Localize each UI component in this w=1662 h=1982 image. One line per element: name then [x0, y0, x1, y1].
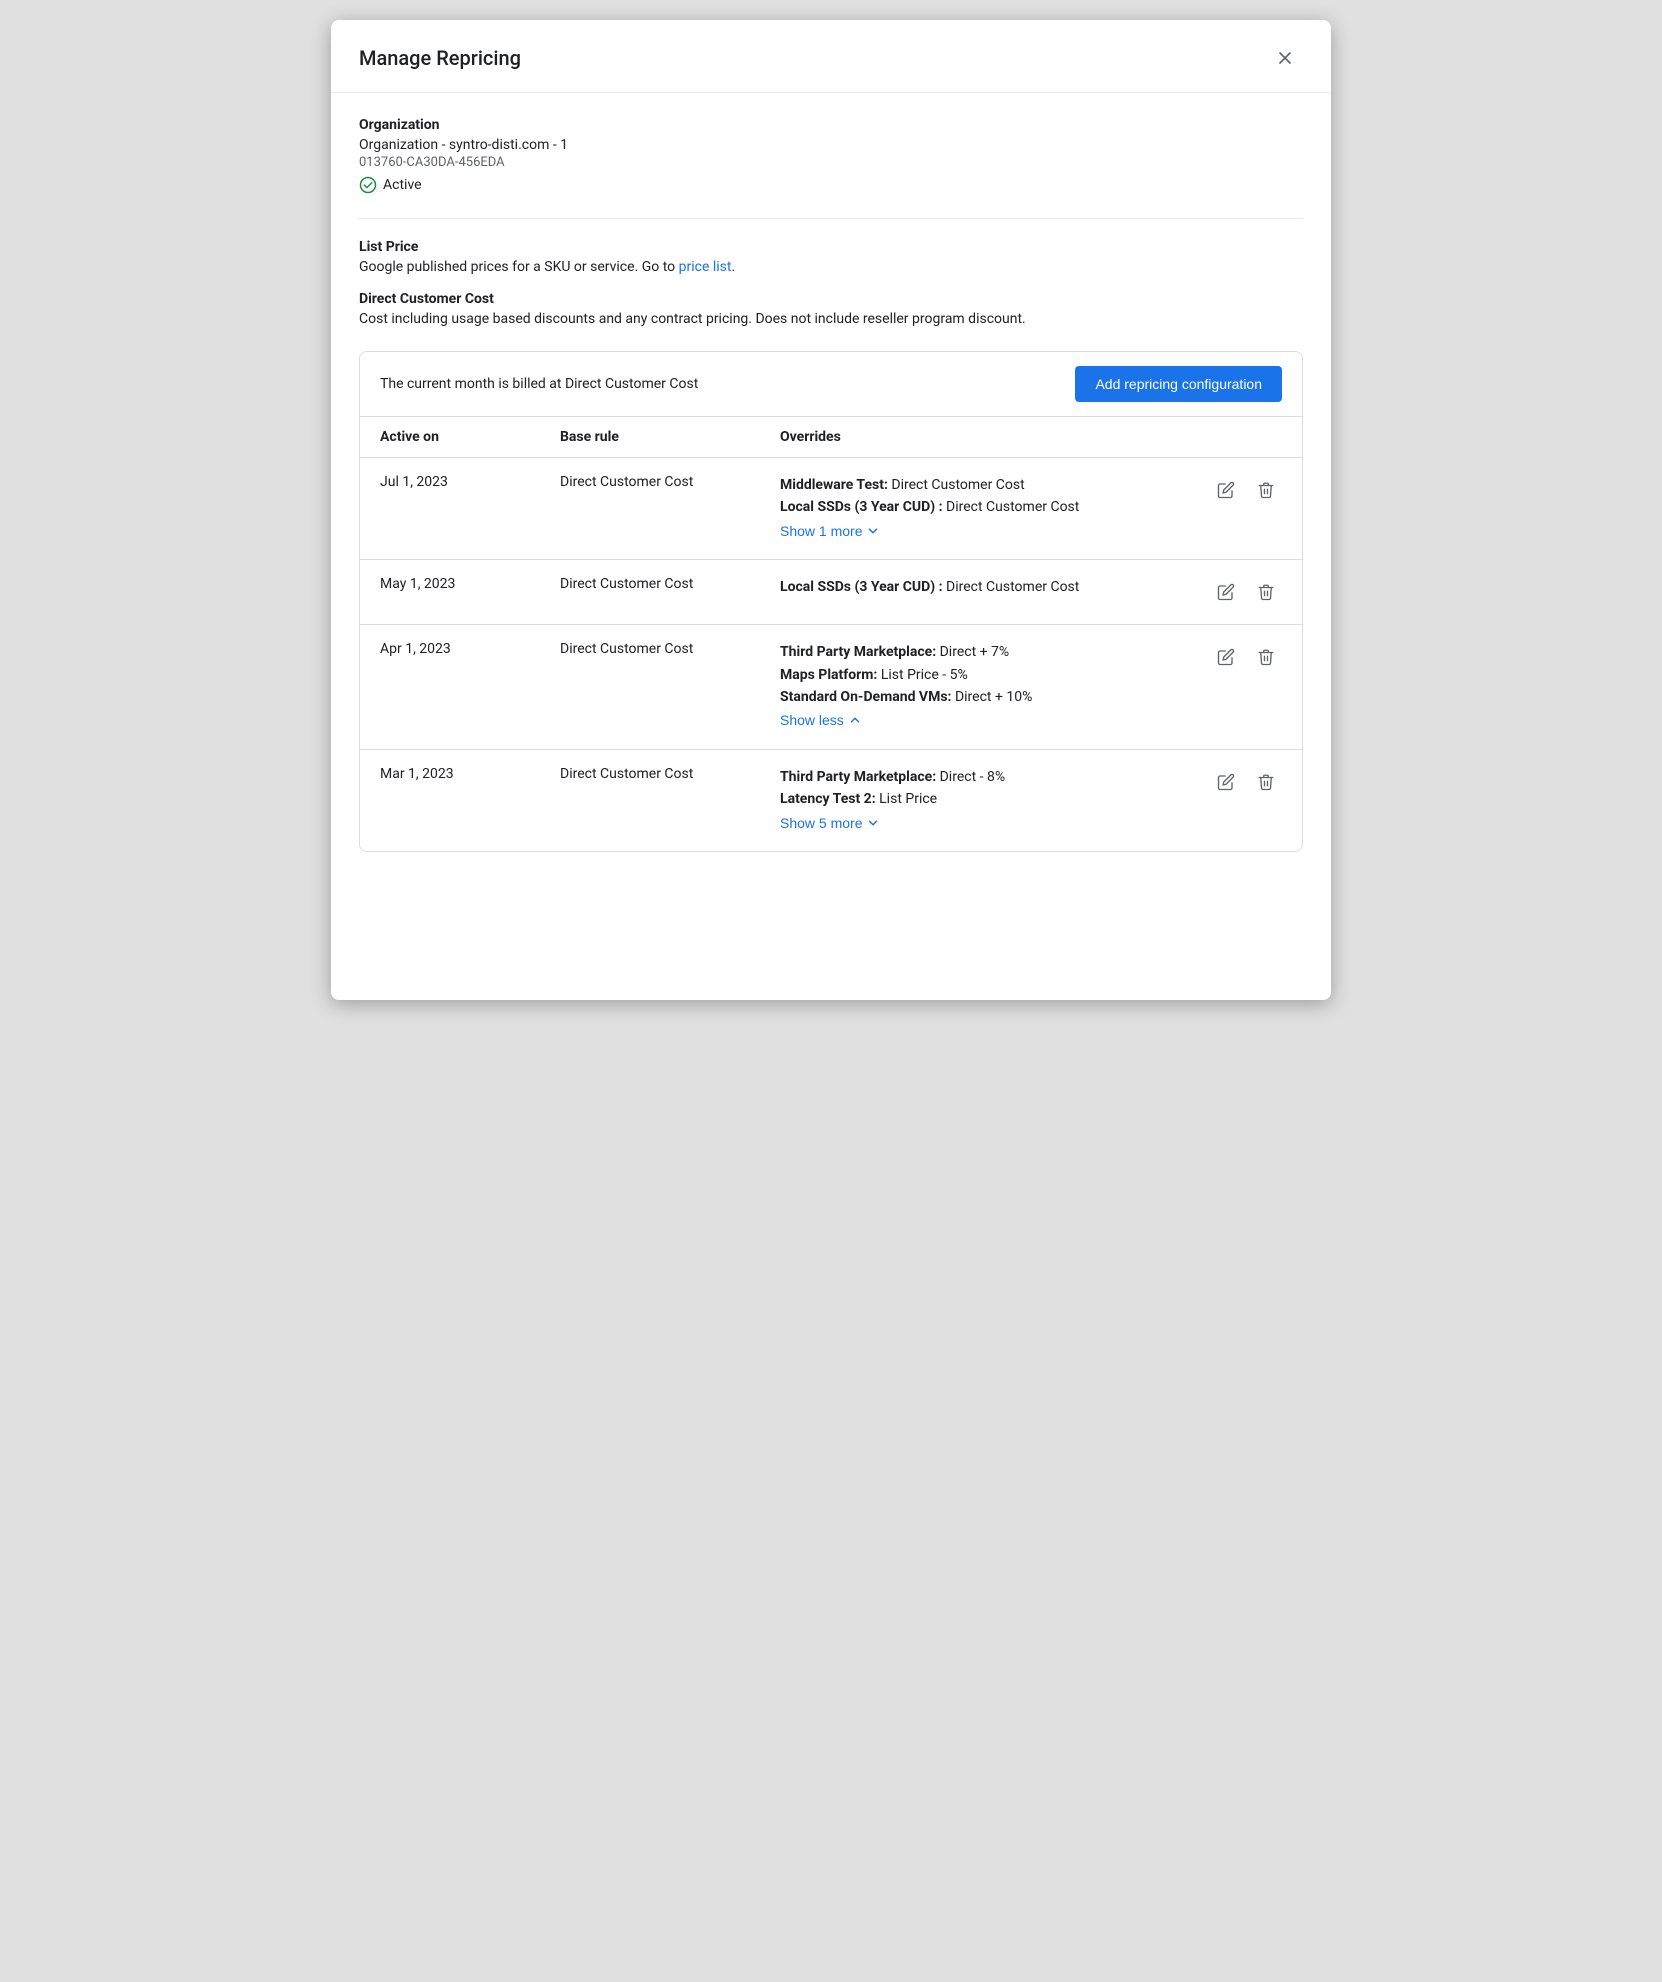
active-status-icon [359, 176, 377, 194]
direct-customer-cost-description: Cost including usage based discounts and… [359, 311, 1303, 327]
edit-icon [1217, 648, 1235, 666]
trash-icon [1257, 583, 1275, 601]
edit-button[interactable] [1210, 474, 1242, 506]
list-price-text-after: . [731, 259, 735, 275]
billing-notice-text: The current month is billed at Direct Cu… [380, 376, 698, 392]
edit-button[interactable] [1210, 766, 1242, 798]
table-header: Active on Base rule Overrides [360, 416, 1302, 457]
delete-button[interactable] [1250, 641, 1282, 673]
trash-icon [1257, 773, 1275, 791]
show-1-more-button[interactable]: Show 1 more [780, 523, 880, 539]
header-active-on: Active on [380, 429, 560, 445]
active-on-cell: May 1, 2023 [380, 576, 560, 592]
price-list-link[interactable]: price list [679, 259, 732, 275]
overrides-cell: Third Party Marketplace: Direct + 7% Map… [780, 641, 1202, 733]
show-5-more-button[interactable]: Show 5 more [780, 815, 880, 831]
show-less-button[interactable]: Show less [780, 712, 862, 728]
header-overrides: Overrides [780, 429, 1202, 445]
overrides-cell: Local SSDs (3 Year CUD) : Direct Custome… [780, 576, 1202, 598]
manage-repricing-modal: Manage Repricing Organization Organizati… [331, 20, 1331, 1000]
base-rule-cell: Direct Customer Cost [560, 641, 780, 657]
overrides-cell: Third Party Marketplace: Direct - 8% Lat… [780, 766, 1202, 835]
table-row: Jul 1, 2023 Direct Customer Cost Middlew… [360, 457, 1302, 559]
base-rule-cell: Direct Customer Cost [560, 576, 780, 592]
action-buttons-cell [1202, 766, 1282, 798]
organization-id: 013760-CA30DA-456EDA [359, 155, 1303, 170]
base-rule-cell: Direct Customer Cost [560, 474, 780, 490]
override-item: Latency Test 2: List Price [780, 788, 1202, 810]
chevron-up-icon [848, 713, 862, 727]
chevron-down-icon [866, 524, 880, 538]
active-on-cell: Jul 1, 2023 [380, 474, 560, 490]
list-price-label: List Price [359, 239, 1303, 255]
table-row: Apr 1, 2023 Direct Customer Cost Third P… [360, 624, 1302, 749]
table-row: May 1, 2023 Direct Customer Cost Local S… [360, 559, 1302, 624]
trash-icon [1257, 648, 1275, 666]
delete-button[interactable] [1250, 474, 1282, 506]
overrides-cell: Middleware Test: Direct Customer Cost Lo… [780, 474, 1202, 543]
table-row: Mar 1, 2023 Direct Customer Cost Third P… [360, 749, 1302, 851]
organization-label: Organization [359, 117, 1303, 133]
modal-body: Organization Organization - syntro-disti… [331, 93, 1331, 876]
active-on-cell: Mar 1, 2023 [380, 766, 560, 782]
delete-button[interactable] [1250, 576, 1282, 608]
override-item: Third Party Marketplace: Direct + 7% [780, 641, 1202, 663]
action-buttons-cell [1202, 641, 1282, 673]
add-repricing-config-button[interactable]: Add repricing configuration [1075, 366, 1282, 402]
chevron-down-icon [866, 816, 880, 830]
billing-info-box: The current month is billed at Direct Cu… [359, 351, 1303, 852]
organization-section: Organization Organization - syntro-disti… [359, 117, 1303, 194]
active-on-cell: Apr 1, 2023 [380, 641, 560, 657]
organization-name: Organization - syntro-disti.com - 1 [359, 137, 1303, 153]
edit-icon [1217, 481, 1235, 499]
override-item: Standard On-Demand VMs: Direct + 10% [780, 686, 1202, 708]
trash-icon [1257, 481, 1275, 499]
header-base-rule: Base rule [560, 429, 780, 445]
override-item: Third Party Marketplace: Direct - 8% [780, 766, 1202, 788]
base-rule-cell: Direct Customer Cost [560, 766, 780, 782]
modal-title: Manage Repricing [359, 46, 521, 70]
action-buttons-cell [1202, 576, 1282, 608]
delete-button[interactable] [1250, 766, 1282, 798]
close-button[interactable] [1267, 40, 1303, 76]
list-price-description: Google published prices for a SKU or ser… [359, 259, 1303, 275]
modal-header: Manage Repricing [331, 20, 1331, 93]
override-item: Local SSDs (3 Year CUD) : Direct Custome… [780, 576, 1202, 598]
list-price-section: List Price Google published prices for a… [359, 239, 1303, 275]
override-item: Local SSDs (3 Year CUD) : Direct Custome… [780, 496, 1202, 518]
override-item: Maps Platform: List Price - 5% [780, 664, 1202, 686]
list-price-text-before: Google published prices for a SKU or ser… [359, 259, 679, 275]
status-badge: Active [359, 176, 1303, 194]
action-buttons-cell [1202, 474, 1282, 506]
edit-button[interactable] [1210, 641, 1242, 673]
close-icon [1275, 48, 1295, 68]
divider-1 [359, 218, 1303, 219]
override-item: Middleware Test: Direct Customer Cost [780, 474, 1202, 496]
status-text: Active [383, 177, 422, 193]
edit-button[interactable] [1210, 576, 1242, 608]
header-actions [1202, 429, 1282, 445]
edit-icon [1217, 773, 1235, 791]
billing-header-row: The current month is billed at Direct Cu… [360, 352, 1302, 416]
direct-customer-cost-section: Direct Customer Cost Cost including usag… [359, 291, 1303, 327]
edit-icon [1217, 583, 1235, 601]
direct-customer-cost-label: Direct Customer Cost [359, 291, 1303, 307]
